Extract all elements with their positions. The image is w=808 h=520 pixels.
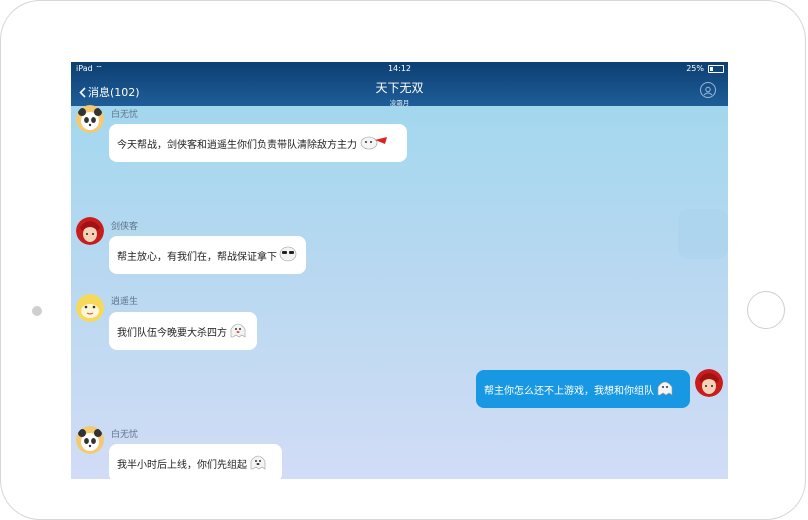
avatar-panda[interactable] — [76, 105, 104, 133]
message-bubble[interactable]: 今天帮战，剑侠客和逍遥生你们负责带队清除敌方主力 — [109, 124, 407, 162]
avatar-panda[interactable] — [76, 426, 104, 454]
message-text: 帮主放心，有我们在，帮战保证拿下 — [117, 251, 277, 263]
home-button[interactable] — [747, 291, 785, 329]
ghost-emoji-icon — [229, 322, 247, 341]
contact-info-button[interactable] — [700, 82, 716, 98]
front-camera — [32, 306, 42, 316]
message-bubble[interactable]: 我半小时后上线，你们先组起 — [109, 444, 282, 479]
avatar-self[interactable] — [695, 369, 723, 397]
avatar-yellow[interactable] — [76, 294, 104, 322]
chevron-left-icon — [79, 86, 86, 98]
chat-title: 天下无双 — [375, 81, 424, 95]
sender-name: 白无忧 — [111, 110, 139, 120]
sender-name: 逍遥生 — [111, 297, 139, 307]
message-bubble[interactable]: 我们队伍今晚要大杀四方 — [109, 312, 257, 350]
message-bubble[interactable]: 帮主放心，有我们在，帮战保证拿下 — [109, 236, 306, 274]
clock: 14:12 — [387, 64, 412, 73]
sender-name: 白无忧 — [111, 430, 139, 440]
message-text: 我半小时后上线，你们先组起 — [117, 459, 247, 471]
ghost-emoji-icon — [656, 380, 674, 399]
navigation-bar: iPad ⌔ 14:12 25% 消息(102) 天下无双 凌霜月 — [71, 62, 728, 107]
ghost-emoji-icon — [249, 454, 267, 473]
crab-emoji-icon — [359, 134, 389, 153]
message-text: 今天帮战，剑侠客和逍遥生你们负责带队清除敌方主力 — [117, 139, 357, 151]
floating-widget[interactable] — [678, 209, 728, 259]
chat-screen: iPad ⌔ 14:12 25% 消息(102) 天下无双 凌霜月 白无忧 今天… — [71, 62, 728, 479]
back-label: 消息(102) — [88, 86, 140, 99]
avatar-red-hair[interactable] — [76, 217, 104, 245]
message-text: 我们队伍今晚要大杀四方 — [117, 327, 227, 339]
sender-name: 剑侠客 — [111, 222, 139, 232]
chat-subtitle: 凌霜月 — [389, 99, 410, 107]
battery-icon — [708, 64, 724, 73]
back-button[interactable]: 消息(102) — [79, 84, 140, 100]
sunglasses-emoji-icon — [279, 246, 297, 265]
chat-title-group: 天下无双 凌霜月 — [71, 79, 728, 107]
person-icon — [703, 86, 713, 96]
battery-status: 25% — [686, 64, 724, 73]
message-text: 帮主你怎么还不上游戏，我想和你组队 — [484, 385, 654, 397]
message-bubble-outgoing[interactable]: 帮主你怎么还不上游戏，我想和你组队 — [476, 370, 690, 408]
